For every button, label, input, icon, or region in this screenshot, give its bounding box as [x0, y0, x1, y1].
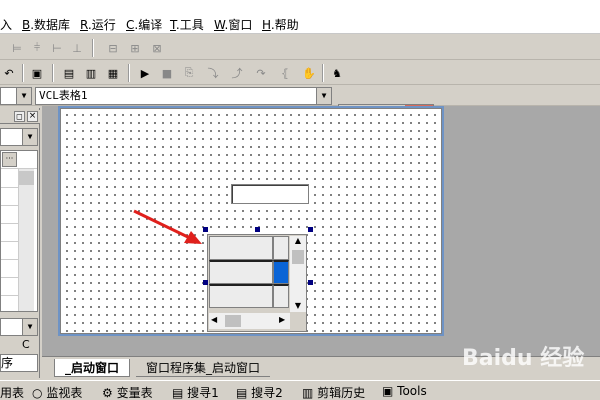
layout-window-icon[interactable]: ▤: [60, 64, 78, 82]
grid-cell[interactable]: [209, 236, 273, 260]
bottom-panel-tabs: 用表 ○ 监视表 ⚙ 变量表 ▤ 搜寻1 ▤ 搜寻2 ▥ 剪辑历史 ▣ Tool…: [0, 380, 600, 400]
grid-cell[interactable]: [273, 284, 289, 308]
run-icon[interactable]: ▶: [136, 64, 154, 82]
component-name: VCL表格1: [39, 89, 88, 102]
tab-start-window[interactable]: _启动窗口: [54, 359, 131, 377]
status-tab-tools[interactable]: ▣ Tools: [382, 384, 427, 398]
grid-cell-selected[interactable]: [273, 260, 289, 284]
component-combo[interactable]: VCL表格1 ▼: [35, 87, 332, 105]
restore-icon[interactable]: ◻: [14, 111, 25, 122]
chevron-down-icon: ▼: [22, 129, 37, 145]
menu-insert[interactable]: 入: [0, 16, 12, 33]
chevron-down-icon: ▼: [22, 319, 37, 335]
panel-combo[interactable]: ▼: [0, 128, 38, 146]
same-width-icon[interactable]: ⊟: [104, 39, 122, 57]
tab-window-assembly[interactable]: 窗口程序集_启动窗口: [136, 359, 271, 377]
selection-handle[interactable]: [308, 280, 313, 285]
panel-header: ◻ ×: [0, 110, 40, 124]
selection-handle[interactable]: [308, 227, 313, 232]
panel-tab-seq[interactable]: 序: [0, 354, 38, 372]
combo-row: ▼ VCL表格1 ▼: [0, 86, 600, 106]
textbox-control[interactable]: [231, 184, 309, 204]
menu-tools[interactable]: T.工具: [170, 16, 204, 33]
step-into-icon[interactable]: ⎘: [180, 64, 198, 82]
align-center-icon[interactable]: ⫩: [28, 39, 46, 57]
undo-icon[interactable]: ↶: [0, 64, 18, 82]
find-icon[interactable]: ♞: [328, 64, 346, 82]
alignment-toolbar: ⊨ ⫩ ⊢ ⊥ ⊟ ⊞ ⊠: [0, 36, 600, 60]
red-arrow-icon: [133, 209, 202, 244]
status-tab-search1[interactable]: ▤ 搜寻1: [172, 384, 219, 400]
search-icon: ○: [32, 386, 43, 400]
menu-database[interactable]: B.数据库: [22, 16, 70, 33]
chevron-down-icon[interactable]: ▼: [290, 301, 306, 310]
vcl-grid-control[interactable]: ▲ ▼ ◀ ▶: [207, 234, 307, 332]
hand-icon[interactable]: ✋: [300, 64, 318, 82]
selection-handle[interactable]: [203, 280, 208, 285]
panel-label-c: C: [22, 338, 30, 351]
status-tab-watch[interactable]: ○ 监视表: [32, 384, 82, 400]
chevron-right-icon[interactable]: ▶: [279, 315, 285, 324]
main-toolbar: ↶ ▣ ▤ ▥ ▦ ▶ ■ ⎘ ⤵ ⤴ ↷ ⦃ ✋ ♞: [0, 61, 600, 85]
variables-icon: ⚙: [102, 386, 113, 400]
breakpoint-icon[interactable]: ⦃: [276, 64, 294, 82]
chevron-left-icon[interactable]: ◀: [211, 315, 217, 324]
status-tab-search2[interactable]: ▤ 搜寻2: [236, 384, 283, 400]
menu-compile[interactable]: C.编译: [126, 16, 162, 33]
left-combo[interactable]: ▼: [0, 87, 32, 105]
status-tab-variables[interactable]: ⚙ 变量表: [102, 384, 153, 400]
status-tab-clipboard[interactable]: ▥ 剪辑历史: [302, 384, 365, 400]
grid-vscrollbar[interactable]: ▲ ▼: [290, 236, 306, 312]
scroll-thumb[interactable]: [225, 315, 241, 327]
preview-icon[interactable]: ▣: [28, 64, 46, 82]
chevron-down-icon: ▼: [316, 88, 331, 104]
same-height-icon[interactable]: ⊞: [126, 39, 144, 57]
panel-combo-2[interactable]: ▼: [0, 318, 38, 336]
grid-cell[interactable]: [273, 236, 289, 260]
menu-bar: 入 B.数据库 R.运行 C.编译 T.工具 W.窗口 H.帮助: [0, 0, 600, 34]
space-vertical-icon[interactable]: ⊥: [68, 39, 86, 57]
grid-cell[interactable]: [209, 284, 273, 308]
scrollbar[interactable]: [18, 169, 34, 311]
selection-handle[interactable]: [255, 227, 260, 232]
same-size-icon[interactable]: ⊠: [148, 39, 166, 57]
align-left-icon[interactable]: ⊨: [8, 39, 26, 57]
property-panel: ◻ × ▼ ··· ▼ C 序: [0, 108, 40, 378]
watermark: Baidu 经验: [462, 346, 585, 371]
space-horizontal-icon[interactable]: ⊢: [48, 39, 66, 57]
menu-help[interactable]: H.帮助: [262, 16, 299, 33]
grid-cell[interactable]: [209, 260, 273, 284]
close-icon[interactable]: ×: [27, 111, 38, 122]
status-tab-table[interactable]: 用表: [0, 384, 24, 400]
menu-window[interactable]: W.窗口: [214, 16, 252, 33]
layout-grid-icon[interactable]: ▦: [104, 64, 122, 82]
ellipsis-button[interactable]: ···: [2, 152, 17, 167]
step-over-icon[interactable]: ⤵: [204, 64, 222, 82]
stop-icon[interactable]: ■: [158, 64, 176, 82]
tools-icon: ▣: [382, 384, 394, 398]
document-icon: ▤: [236, 386, 248, 400]
document-icon: ▤: [172, 386, 184, 400]
run-to-cursor-icon[interactable]: ↷: [252, 64, 270, 82]
property-grid[interactable]: ···: [0, 150, 38, 312]
chevron-up-icon[interactable]: ▲: [290, 236, 306, 248]
grid-hscrollbar[interactable]: ◀ ▶: [209, 313, 290, 329]
clipboard-icon: ▥: [302, 386, 314, 400]
scroll-thumb[interactable]: [292, 250, 304, 264]
menu-run[interactable]: R.运行: [80, 16, 116, 33]
layout-split-icon[interactable]: ▥: [82, 64, 100, 82]
step-out-icon[interactable]: ⤴: [228, 64, 246, 82]
chevron-down-icon: ▼: [16, 88, 31, 104]
